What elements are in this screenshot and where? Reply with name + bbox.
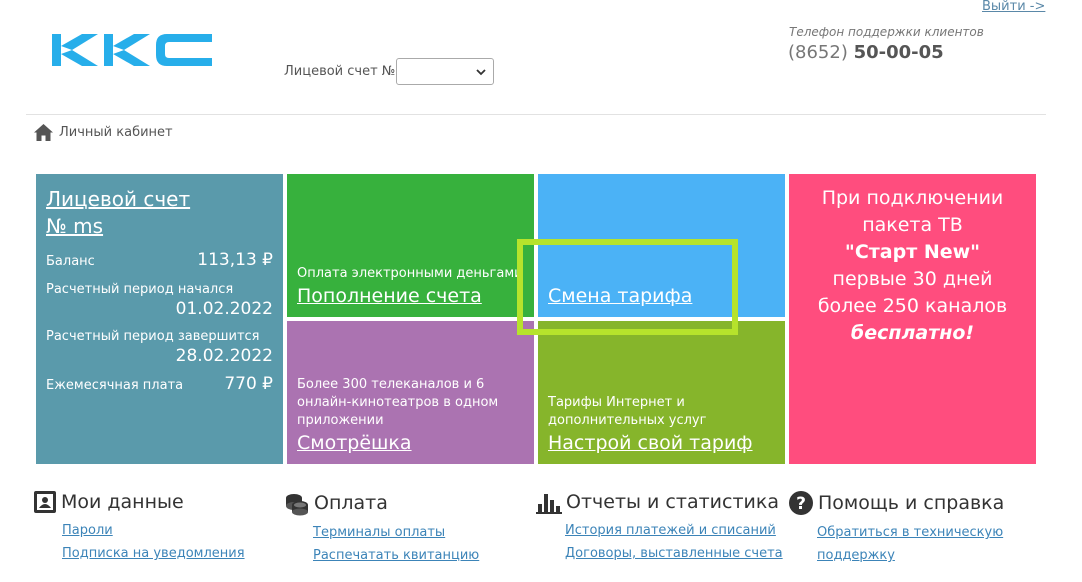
id-card-icon (34, 491, 56, 513)
top-up-link[interactable]: Пополнение счета (297, 285, 482, 307)
payment-history-link[interactable]: История платежей и списаний (565, 519, 783, 542)
print-receipt-link[interactable]: Распечатать квитанцию (313, 544, 479, 567)
smotreshka-tile[interactable]: Более 300 телеканалов и 6 онлайн-кинотеа… (287, 321, 534, 464)
period-end-label: Расчетный период завершится (46, 329, 260, 344)
chevron-down-icon (476, 69, 486, 76)
tech-support-link-cont[interactable]: поддержку (817, 544, 1004, 567)
kks-logo (52, 34, 212, 66)
svg-text:?: ? (796, 494, 806, 514)
payment-terminals-link[interactable]: Терминалы оплаты (313, 521, 479, 544)
monthly-fee-value: 770 ₽ (224, 374, 273, 394)
section-my-data: Мои данные Пароли Подписка на уведомлени… (33, 490, 245, 565)
account-number-label: Лицевой счет № (284, 64, 396, 79)
period-start-value: 01.02.2022 (175, 299, 273, 319)
tv-promo-banner[interactable]: При подключении пакета ТВ "Старт New" пе… (789, 174, 1036, 464)
account-title-line2: № ms (46, 214, 104, 238)
custom-tariff-link[interactable]: Настрой свой тариф (548, 432, 753, 454)
help-icon: ? (789, 491, 813, 515)
account-title-link[interactable]: Лицевой счет № ms (46, 186, 273, 240)
period-start-label: Расчетный период начался (46, 282, 234, 297)
section-title: Оплата (314, 492, 388, 514)
breadcrumb-label[interactable]: Личный кабинет (59, 125, 173, 140)
support-phone-code: (8652) (788, 42, 848, 63)
account-title-line1: Лицевой счет (46, 187, 191, 211)
logout-link[interactable]: Выйти -> (982, 0, 1045, 14)
promo-line-5: более 250 каналов (817, 295, 1008, 317)
smotreshka-link[interactable]: Смотрёшка (297, 432, 412, 454)
period-end-value: 28.02.2022 (175, 346, 273, 366)
contracts-invoices-link[interactable]: Договоры, выставленные счета (565, 542, 783, 565)
section-title: Отчеты и статистика (566, 491, 779, 513)
top-up-tile[interactable]: Оплата электронными деньгами Пополнение … (287, 174, 534, 317)
home-icon[interactable] (34, 124, 53, 141)
bar-chart-icon (536, 494, 562, 514)
smotreshka-caption: Более 300 телеканалов и 6 онлайн-кинотеа… (297, 377, 499, 428)
section-help: ? Помощь и справка Обратиться в техничес… (788, 490, 1004, 567)
section-title: Помощь и справка (818, 492, 1005, 514)
support-phone: (8652) 50-00-05 (788, 42, 944, 63)
balance-label: Баланс (46, 254, 95, 269)
tech-support-link[interactable]: Обратиться в техническую (817, 521, 1004, 544)
breadcrumb: Личный кабинет (34, 124, 173, 141)
promo-line-1: При подключении (821, 187, 1004, 209)
monthly-fee-label: Ежемесячная плата (46, 378, 184, 393)
section-reports: Отчеты и статистика История платежей и с… (536, 490, 783, 565)
coins-icon (286, 494, 308, 516)
section-title: Мои данные (61, 491, 184, 513)
account-number-select[interactable] (396, 58, 494, 85)
custom-tariff-tile[interactable]: Тарифы Интернет и дополнительных услуг Н… (538, 321, 785, 464)
promo-line-4: первые 30 дней (832, 268, 993, 290)
notifications-link[interactable]: Подписка на уведомления (62, 542, 245, 565)
balance-value: 113,13 ₽ (197, 250, 273, 270)
support-phone-number: 50-00-05 (853, 42, 944, 63)
section-payment: Оплата Терминалы оплаты Распечатать квит… (284, 490, 479, 567)
top-up-caption: Оплата электронными деньгами (297, 266, 523, 281)
promo-line-3: "Старт New" (844, 241, 981, 263)
support-label: Телефон поддержки клиентов (789, 25, 984, 39)
highlight-frame (517, 239, 738, 335)
account-info-tile: Лицевой счет № ms Баланс 113,13 ₽ Расчет… (36, 174, 283, 464)
passwords-link[interactable]: Пароли (62, 519, 245, 542)
header-divider (26, 114, 1046, 115)
promo-line-2: пакета ТВ (862, 214, 963, 236)
custom-tariff-caption: Тарифы Интернет и дополнительных услуг (548, 395, 707, 428)
promo-line-6: бесплатно! (850, 322, 975, 344)
